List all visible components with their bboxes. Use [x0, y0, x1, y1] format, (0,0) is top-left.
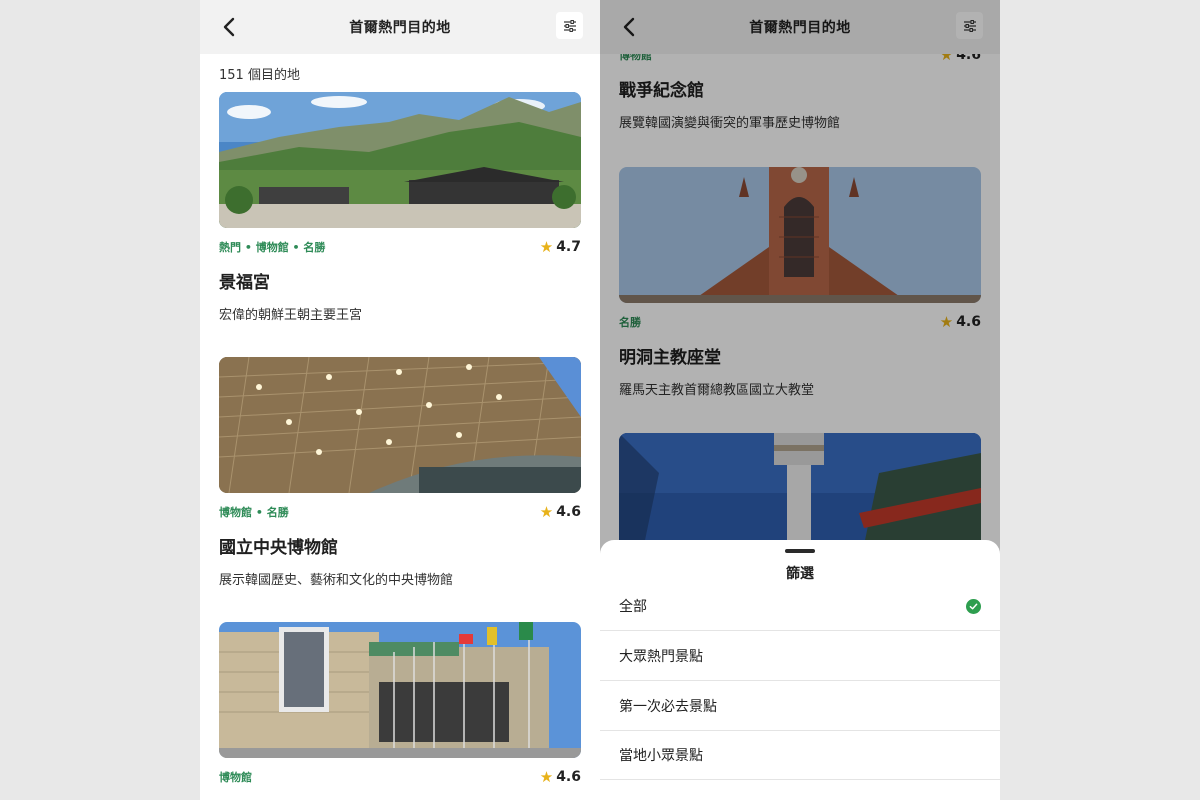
destination-card-text[interactable]: 戰爭紀念館 展覽韓國演變與衝突的軍事歷史博物館 [619, 76, 981, 131]
category-tags: 熱門 • 博物館 • 名勝 [219, 241, 326, 254]
option-label: 大眾熱門景點 [619, 649, 703, 665]
filter-button[interactable] [956, 12, 983, 39]
destination-name: 景福宮 [219, 273, 270, 293]
page-title: 首爾熱門目的地 [749, 20, 851, 36]
top-bar: 首爾熱門目的地 [600, 0, 1000, 54]
result-count: 151 個目的地 [219, 68, 300, 83]
sheet-drag-handle[interactable] [785, 549, 815, 553]
rating-value: 4.6 [956, 314, 981, 330]
check-circle-icon [966, 599, 981, 614]
star-icon: ★ [539, 503, 554, 521]
rating: ★ 4.6 [540, 503, 581, 521]
chevron-left-icon [223, 17, 235, 37]
back-button[interactable] [616, 13, 644, 41]
sheet-title: 篩選 [786, 566, 814, 582]
destination-photo [219, 357, 581, 493]
destination-card[interactable]: 熱門 • 博物館 • 名勝 ★ 4.7 景福宮 宏偉的朝鮮王朝主要王宮 [219, 92, 581, 323]
destination-photo [619, 167, 981, 303]
destination-photo [219, 92, 581, 228]
destination-card[interactable]: 名勝 ★ 4.6 明洞主教座堂 羅馬天主教首爾總教區國立大教堂 [619, 167, 981, 398]
category-tags: 博物館 [219, 771, 252, 784]
destination-description: 宏偉的朝鮮王朝主要王宮 [219, 308, 363, 323]
destination-name: 明洞主教座堂 [619, 348, 721, 368]
option-label: 全部 [619, 599, 647, 615]
page-title: 首爾熱門目的地 [349, 20, 451, 36]
rating-value: 4.6 [556, 504, 581, 520]
destinations-list-screen: 首爾熱門目的地 151 個目的地 熱門 • 博物館 • 名勝 ★ 4.7 景福宮… [200, 0, 600, 800]
option-label: 第一次必去景點 [619, 699, 717, 715]
rating: ★ 4.6 [940, 313, 981, 331]
star-icon: ★ [539, 238, 554, 256]
category-tags: 博物館 • 名勝 [219, 506, 289, 519]
back-button[interactable] [216, 13, 244, 41]
destination-description: 展示韓國歷史、藝術和文化的中央博物館 [219, 573, 454, 588]
star-icon: ★ [939, 313, 954, 331]
top-bar: 首爾熱門目的地 [200, 0, 600, 54]
chevron-left-icon [623, 17, 635, 37]
filter-option-local-hidden[interactable]: 當地小眾景點 [600, 731, 1000, 780]
star-icon: ★ [539, 768, 554, 786]
sliders-icon [963, 19, 976, 32]
filter-sheet: 篩選 全部 大眾熱門景點 第一次必去景點 當地小眾景點 [600, 540, 1000, 800]
destination-card[interactable]: 博物館 ★ 4.6 [219, 622, 581, 786]
filter-option-all[interactable]: 全部 [600, 582, 1000, 631]
option-label: 當地小眾景點 [619, 748, 703, 764]
sliders-icon [563, 19, 576, 32]
destination-name: 國立中央博物館 [219, 538, 338, 558]
destination-name: 戰爭紀念館 [619, 81, 704, 101]
destination-description: 羅馬天主教首爾總教區國立大教堂 [619, 383, 815, 398]
filter-option-popular[interactable]: 大眾熱門景點 [600, 632, 1000, 681]
rating: ★ 4.7 [540, 238, 581, 256]
destination-card[interactable]: 博物館 • 名勝 ★ 4.6 國立中央博物館 展示韓國歷史、藝術和文化的中央博物… [219, 357, 581, 588]
destination-description: 展覽韓國演變與衝突的軍事歷史博物館 [619, 116, 841, 131]
rating-value: 4.7 [556, 239, 581, 255]
destinations-filter-screen: 首爾熱門目的地 博物館 ★ 4.6 戰爭紀念館 展覽韓國演變與衝突的軍事歷史博物… [600, 0, 1000, 800]
rating: ★ 4.6 [540, 768, 581, 786]
filter-option-first-timer[interactable]: 第一次必去景點 [600, 682, 1000, 731]
filter-button[interactable] [556, 12, 583, 39]
rating-value: 4.6 [556, 769, 581, 785]
destination-photo [219, 622, 581, 758]
category-tags: 名勝 [619, 316, 641, 329]
